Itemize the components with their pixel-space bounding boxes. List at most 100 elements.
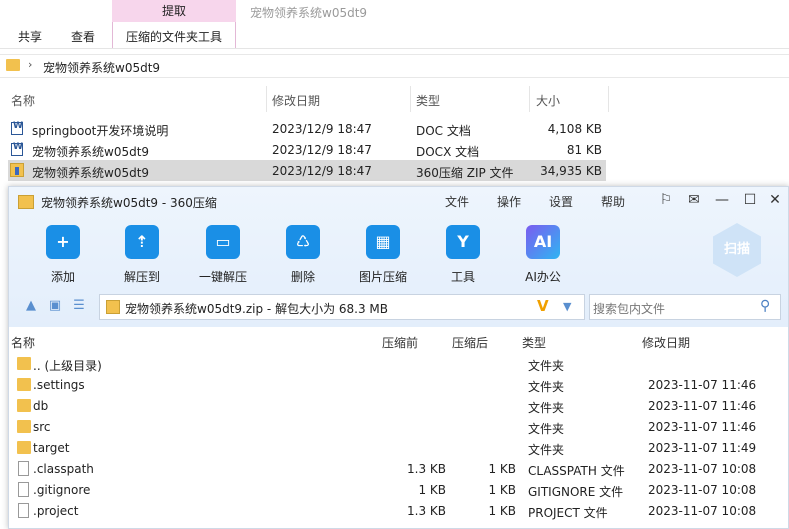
item-type: 文件夹 (528, 401, 565, 415)
address-bar[interactable]: › 宠物领养系统w05dt9 (0, 54, 789, 78)
file-size: 81 KB (566, 143, 602, 157)
item-size-after: 1 KB (488, 483, 516, 497)
divider (529, 86, 530, 112)
file-type: DOC 文档 (416, 124, 471, 138)
zip360-window: 宠物领养系统w05dt9 - 360压缩 文件 操作 设置 帮助 ⚐ ✉ — ☐… (8, 186, 789, 529)
word-doc-icon (11, 121, 23, 135)
feedback-icon[interactable]: ✉ (685, 191, 703, 209)
column-header-name[interactable]: 名称 (11, 92, 35, 109)
maximize-icon[interactable]: ☐ (741, 191, 759, 209)
column-header-modified[interactable]: 修改日期 (272, 92, 320, 109)
item-type: 文件夹 (528, 422, 565, 436)
file-size: 34,935 KB (540, 164, 602, 178)
one-click-extract-label: 一键解压 (198, 270, 247, 284)
divider (0, 48, 789, 49)
one-click-extract-button[interactable]: ▭ 一键解压 (191, 225, 255, 285)
close-icon[interactable]: ✕ (766, 191, 784, 209)
zip-archive-icon (106, 300, 120, 314)
item-modified: 2023-11-07 11:49 (648, 441, 757, 455)
column-header-modified[interactable]: 修改日期 (642, 334, 690, 351)
up-arrow-icon[interactable]: ▲ (23, 299, 39, 313)
item-name: src (33, 420, 51, 434)
ai-office-label: AI办公 (525, 270, 561, 284)
explorer-window-title: 宠物领养系统w05dt9 (250, 6, 368, 20)
tools-icon: Y (446, 225, 480, 259)
file-modified: 2023/12/9 18:47 (272, 143, 372, 157)
word-doc-icon (11, 142, 23, 156)
divider (266, 86, 267, 112)
item-type: 文件夹 (528, 359, 565, 373)
search-icon[interactable]: ⚲ (760, 298, 770, 314)
file-size: 4,108 KB (547, 122, 602, 136)
search-placeholder: 搜索包内文件 (593, 302, 666, 316)
chevron-down-icon[interactable]: ▼ (563, 300, 571, 313)
file-icon (18, 482, 29, 497)
folder-icon (17, 441, 31, 454)
item-modified: 2023-11-07 10:08 (648, 483, 757, 497)
skin-icon[interactable]: ⚐ (657, 191, 675, 209)
tab-view[interactable]: 查看 (71, 28, 95, 45)
list-item[interactable]: target 文件夹 2023-11-07 11:49 (9, 438, 788, 459)
column-header-before[interactable]: 压缩前 (382, 334, 418, 351)
folder-icon (17, 378, 31, 391)
item-type: CLASSPATH 文件 (528, 464, 625, 478)
tools-label: 工具 (450, 270, 475, 284)
item-size-before: 1 KB (418, 483, 446, 497)
file-name: 宠物领养系统w05dt9 (32, 166, 150, 180)
list-item[interactable]: .project 1.3 KB 1 KB PROJECT 文件 2023-11-… (9, 501, 788, 522)
chevron-right-icon[interactable]: › (28, 58, 32, 71)
delete-icon: ♺ (286, 225, 320, 259)
column-header-type[interactable]: 类型 (522, 334, 546, 351)
menu-settings[interactable]: 设置 (549, 193, 573, 210)
menu-help[interactable]: 帮助 (601, 193, 625, 210)
column-header-after[interactable]: 压缩后 (452, 334, 488, 351)
list-view-icon[interactable]: ☰ (71, 299, 87, 313)
list-item[interactable]: .settings 文件夹 2023-11-07 11:46 (9, 375, 788, 396)
list-item[interactable]: .classpath 1.3 KB 1 KB CLASSPATH 文件 2023… (9, 459, 788, 480)
extract-to-icon: ⇡ (125, 225, 159, 259)
item-name: .gitignore (33, 483, 91, 497)
image-compress-button[interactable]: ▦ 图片压缩 (351, 225, 415, 285)
item-name: db (33, 399, 49, 413)
item-type: 文件夹 (528, 443, 565, 457)
image-compress-icon: ▦ (366, 225, 400, 259)
item-size-before: 1.3 KB (407, 462, 446, 476)
file-row[interactable]: springboot开发环境说明 2023/12/9 18:47 DOC 文档 … (8, 118, 606, 139)
zip-archive-icon (10, 163, 24, 177)
tools-button[interactable]: Y 工具 (431, 225, 495, 285)
archive-search-input[interactable]: 搜索包内文件 ⚲ (589, 294, 781, 320)
v-logo-icon[interactable]: V (537, 297, 549, 315)
archive-path-bar[interactable]: 宠物领养系统w05dt9.zip - 解包大小为 68.3 MB V ▼ (99, 294, 585, 320)
file-row[interactable]: 宠物领养系统w05dt9 2023/12/9 18:47 DOCX 文档 81 … (8, 139, 606, 160)
address-path[interactable]: 宠物领养系统w05dt9 (43, 59, 160, 76)
ai-office-button[interactable]: AI AI办公 (511, 225, 575, 285)
file-modified: 2023/12/9 18:47 (272, 164, 372, 178)
list-item[interactable]: db 文件夹 2023-11-07 11:46 (9, 396, 788, 417)
item-type: PROJECT 文件 (528, 506, 608, 520)
file-row-selected[interactable]: 宠物领养系统w05dt9 2023/12/9 18:47 360压缩 ZIP 文… (8, 160, 606, 181)
list-item[interactable]: .gitignore 1 KB 1 KB GITIGNORE 文件 2023-1… (9, 480, 788, 501)
tab-extract[interactable]: 提取 (112, 0, 236, 22)
tab-share[interactable]: 共享 (18, 28, 42, 45)
item-modified: 2023-11-07 11:46 (648, 378, 757, 392)
item-size-before: 1.3 KB (407, 504, 446, 518)
column-header-size[interactable]: 大小 (536, 92, 560, 109)
extract-to-button[interactable]: ⇡ 解压到 (110, 225, 174, 285)
delete-label: 删除 (290, 270, 315, 284)
one-click-extract-icon: ▭ (206, 225, 240, 259)
add-button[interactable]: + 添加 (31, 225, 95, 285)
file-icon (18, 461, 29, 476)
tab-compressed-folder-tools[interactable]: 压缩的文件夹工具 (126, 28, 222, 45)
divider (608, 86, 609, 112)
item-name: .. (上级目录) (33, 359, 102, 373)
list-item[interactable]: src 文件夹 2023-11-07 11:46 (9, 417, 788, 438)
list-item[interactable]: .. (上级目录) 文件夹 (9, 354, 788, 375)
menu-operation[interactable]: 操作 (497, 193, 521, 210)
menu-file[interactable]: 文件 (445, 193, 469, 210)
thumbnail-view-icon[interactable]: ▣ (47, 299, 63, 313)
column-header-name[interactable]: 名称 (11, 334, 35, 351)
minimize-icon[interactable]: — (713, 191, 731, 209)
delete-button[interactable]: ♺ 删除 (271, 225, 335, 285)
column-header-type[interactable]: 类型 (416, 92, 440, 109)
file-icon (18, 503, 29, 518)
